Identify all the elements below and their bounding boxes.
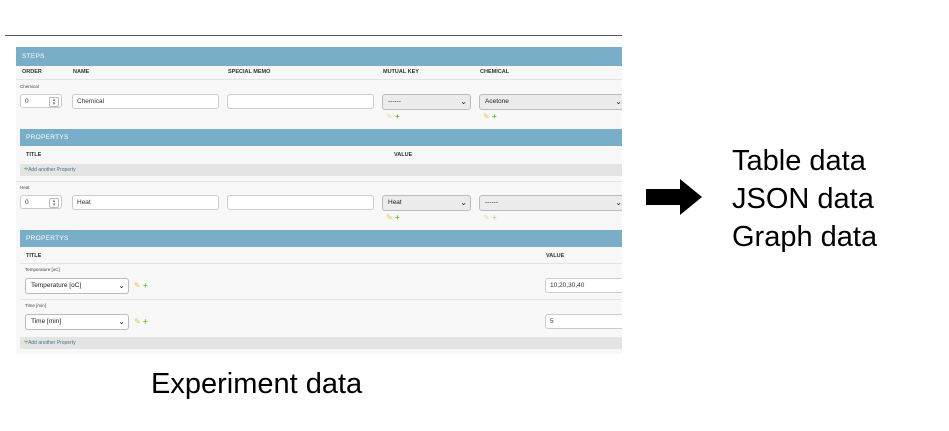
chemical-value: ------: [485, 199, 498, 206]
property-select-value: Temperature [oC]: [31, 282, 82, 289]
steps-header: STEPS: [16, 47, 622, 66]
col-title: TITLE: [26, 152, 42, 158]
mutual-key-select[interactable]: Heat ⌄: [382, 195, 471, 211]
add-property-link[interactable]: +Add another Property: [20, 164, 622, 176]
pencil-icon[interactable]: ✎: [483, 213, 490, 222]
plus-icon[interactable]: +: [492, 213, 497, 222]
top-divider: [5, 35, 622, 36]
row-divider: [20, 299, 622, 300]
chevron-down-icon: ⌄: [615, 198, 622, 207]
add-property-label: Add another Property: [28, 167, 76, 173]
output-graph-data: Graph data: [732, 221, 878, 253]
propertys-header: PROPERTYS: [20, 230, 622, 247]
pencil-icon[interactable]: ✎: [386, 112, 393, 121]
order-input[interactable]: 0 ▴ ▾: [20, 195, 62, 209]
admin-inline-form: STEPS ORDER NAME SPECIAL MEMO MUTUAL KEY…: [16, 44, 622, 354]
col-title: TITLE: [26, 253, 42, 259]
plus-icon[interactable]: +: [143, 317, 148, 326]
order-value: 0: [25, 199, 29, 206]
mutual-key-select[interactable]: ------ ⌄: [382, 94, 471, 110]
name-input[interactable]: Heat: [72, 195, 219, 210]
chemical-actions: ✎ +: [483, 113, 497, 121]
spinner-icon[interactable]: ▴ ▾: [49, 198, 59, 208]
output-json-data: JSON data: [732, 183, 874, 215]
property-actions: ✎ +: [134, 318, 148, 326]
col-value: VALUE: [546, 253, 565, 259]
name-input[interactable]: Chemical: [72, 94, 219, 109]
chevron-down-icon: ⌄: [118, 281, 125, 290]
mutual-key-actions: ✎ +: [386, 214, 400, 222]
pencil-icon[interactable]: ✎: [134, 281, 141, 290]
chevron-down-icon: ⌄: [460, 198, 467, 207]
add-property-label: Add another Property: [28, 340, 76, 346]
col-special-memo: SPECIAL MEMO: [228, 69, 271, 75]
property-label: Time [min]: [25, 303, 46, 308]
col-mutual-key: MUTUAL KEY: [383, 69, 419, 75]
row-divider: [20, 263, 622, 264]
property-select[interactable]: Temperature [oC] ⌄: [25, 278, 129, 294]
chevron-down-icon: ⌄: [118, 317, 125, 326]
chevron-down-icon: ⌄: [460, 97, 467, 106]
property-select[interactable]: Time [min] ⌄: [25, 314, 129, 330]
plus-icon[interactable]: +: [492, 112, 497, 121]
special-memo-input[interactable]: [227, 195, 374, 210]
right-arrow-icon: [646, 179, 702, 215]
row-divider: [16, 79, 622, 80]
chevron-down-icon: ⌄: [615, 97, 622, 106]
col-name: NAME: [73, 69, 90, 75]
chemical-value: Acetone: [485, 98, 509, 105]
step-label: Chemical: [20, 84, 39, 89]
col-chemical: CHEMICAL: [480, 69, 510, 75]
property-value-input[interactable]: 5: [545, 314, 622, 329]
order-input[interactable]: 0 ▴ ▾: [20, 94, 62, 108]
plus-icon[interactable]: +: [143, 281, 148, 290]
property-label: Temperature [oC]: [25, 267, 60, 272]
chemical-select[interactable]: Acetone ⌄: [479, 94, 622, 110]
spinner-icon[interactable]: ▴ ▾: [49, 97, 59, 107]
propertys-header: PROPERTYS: [20, 129, 622, 146]
plus-icon[interactable]: +: [395, 213, 400, 222]
chemical-actions: ✎ +: [483, 214, 497, 222]
output-table-data: Table data: [732, 145, 866, 177]
mutual-key-value: ------: [388, 98, 401, 105]
row-divider: [16, 181, 622, 182]
caption-experiment-data: Experiment data: [151, 368, 363, 400]
col-value: VALUE: [394, 152, 413, 158]
add-property-link[interactable]: +Add another Property: [20, 337, 622, 349]
plus-icon[interactable]: +: [395, 112, 400, 121]
property-select-value: Time [min]: [31, 318, 62, 325]
chemical-select[interactable]: ------ ⌄: [479, 195, 622, 211]
special-memo-input[interactable]: [227, 94, 374, 109]
pencil-icon[interactable]: ✎: [483, 112, 490, 121]
mutual-key-actions: ✎ +: [386, 113, 400, 121]
step-label: Heat: [20, 185, 30, 190]
order-value: 0: [25, 98, 29, 105]
pencil-icon[interactable]: ✎: [134, 317, 141, 326]
col-order: ORDER: [22, 69, 42, 75]
pencil-icon[interactable]: ✎: [386, 213, 393, 222]
property-actions: ✎ +: [134, 282, 148, 290]
mutual-key-value: Heat: [388, 199, 402, 206]
property-value-input[interactable]: 10,20,30,40: [545, 278, 622, 293]
